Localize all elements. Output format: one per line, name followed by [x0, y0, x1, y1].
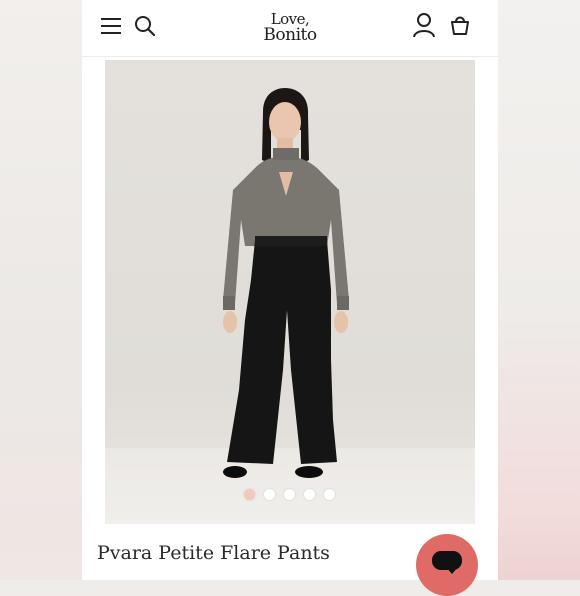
shopping-bag-icon[interactable]	[449, 14, 471, 36]
background-right	[498, 0, 580, 580]
brand-logo[interactable]: Love, Bonito	[240, 8, 340, 48]
background-left	[0, 0, 82, 580]
model-figure	[223, 88, 349, 478]
gallery-dot-3[interactable]	[284, 489, 295, 500]
product-title: Pvara Petite Flare Pants	[97, 542, 330, 564]
gallery-dot-4[interactable]	[304, 489, 315, 500]
chat-button[interactable]	[416, 534, 478, 596]
logo-line-2: Bonito	[263, 25, 317, 45]
product-image[interactable]	[105, 60, 475, 524]
gallery-dot-2[interactable]	[264, 489, 275, 500]
search-icon[interactable]	[134, 15, 156, 37]
account-icon[interactable]	[412, 12, 436, 38]
menu-icon[interactable]	[100, 15, 122, 37]
gallery-dot-5[interactable]	[324, 489, 335, 500]
gallery-pagination	[82, 489, 498, 501]
chat-bubble-tail	[446, 567, 458, 574]
site-header: Love, Bonito	[82, 0, 498, 57]
mobile-page: Love, Bonito Pvara Petite Flare Pants	[82, 0, 498, 580]
gallery-dot-1[interactable]	[244, 489, 255, 500]
